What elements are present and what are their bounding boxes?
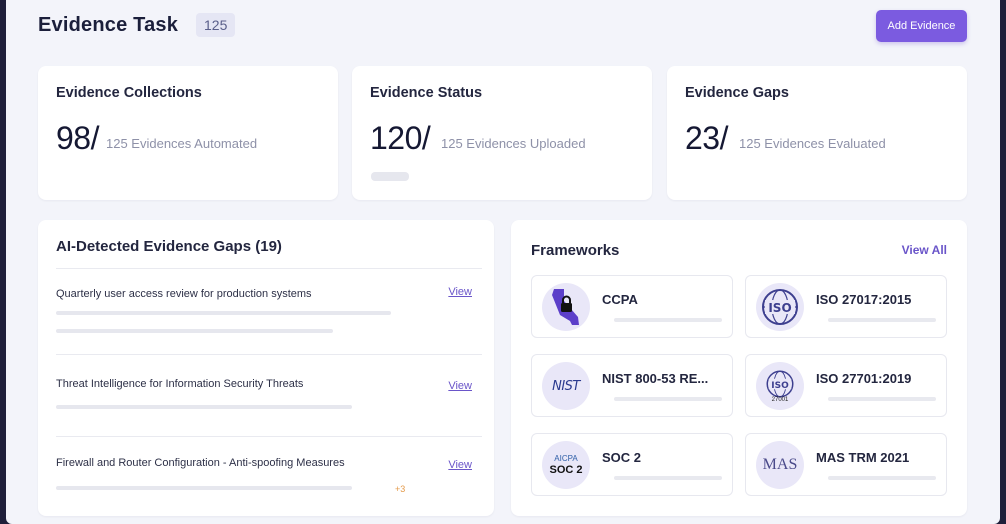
view-link[interactable]: View [448, 459, 472, 471]
mas-logo-icon: MAS [756, 441, 804, 489]
loading-placeholder [56, 405, 352, 409]
stat-subtitle: 125 Evidences Uploaded [441, 136, 586, 151]
gap-list-item: Threat Intelligence for Information Secu… [56, 354, 482, 436]
framework-tile-mas[interactable]: MAS MAS TRM 2021 [745, 433, 947, 496]
framework-tile-nist[interactable]: NIST NIST 800-53 RE... [531, 354, 733, 417]
loading-placeholder [56, 311, 391, 315]
logo-subtext: 27001 [771, 397, 789, 403]
ai-evidence-gaps-panel: AI-Detected Evidence Gaps (19) Quarterly… [38, 220, 494, 516]
add-evidence-button[interactable]: Add Evidence [876, 10, 967, 42]
stat-value: 120/ [370, 120, 431, 156]
panel-title: AI-Detected Evidence Gaps (19) [56, 238, 282, 255]
panel-title: Frameworks [531, 242, 620, 259]
view-link[interactable]: View [448, 380, 472, 392]
stat-title: Evidence Status [370, 85, 483, 101]
loading-placeholder [56, 329, 333, 333]
task-count-badge: 125 [196, 13, 236, 37]
app-frame: Evidence Task 125 Add Evidence Evidence … [6, 0, 1000, 524]
logo-top-text: AICPA [554, 453, 578, 463]
nist-logo-text: NIST [552, 378, 580, 394]
gap-text: Quarterly user access review for product… [56, 288, 312, 300]
framework-name: ISO 27017:2015 [816, 292, 912, 307]
mas-logo-text: MAS [762, 456, 798, 473]
iso-27701-logo-icon: ISO 27001 [756, 362, 804, 410]
gap-text: Threat Intelligence for Information Secu… [56, 378, 304, 390]
frameworks-panel: Frameworks View All CCPA ISO ISO 27017:2… [511, 220, 967, 516]
gap-list-item: Firewall and Router Configuration - Anti… [56, 436, 482, 506]
gap-text: Firewall and Router Configuration - Anti… [56, 457, 345, 469]
framework-name: SOC 2 [602, 450, 642, 465]
nist-logo-icon: NIST [542, 362, 590, 410]
loading-placeholder [56, 486, 352, 490]
more-count-badge[interactable]: +3 [395, 484, 405, 494]
framework-progress-placeholder [828, 476, 936, 480]
svg-text:ISO: ISO [768, 301, 791, 315]
evidence-collections-card: Evidence Collections 98/ 125 Evidences A… [38, 66, 338, 200]
logo-main-text: SOC 2 [549, 463, 583, 476]
framework-progress-placeholder [614, 397, 722, 401]
view-link[interactable]: View [448, 286, 472, 298]
loading-placeholder [371, 172, 409, 181]
stat-value: 23/ [685, 120, 728, 156]
stat-value: 98/ [56, 120, 99, 156]
framework-tile-soc2[interactable]: AICPA SOC 2 SOC 2 [531, 433, 733, 496]
stat-title: Evidence Collections [56, 85, 202, 101]
framework-progress-placeholder [614, 318, 722, 322]
framework-progress-placeholder [828, 397, 936, 401]
framework-name: MAS TRM 2021 [816, 450, 910, 465]
framework-tile-iso-27701[interactable]: ISO 27001 ISO 27701:2019 [745, 354, 947, 417]
framework-name: CCPA [602, 292, 638, 307]
stat-title: Evidence Gaps [685, 85, 789, 101]
framework-name: ISO 27701:2019 [816, 371, 912, 386]
framework-tile-iso-27017[interactable]: ISO ISO 27017:2015 [745, 275, 947, 338]
framework-progress-placeholder [828, 318, 936, 322]
page-title: Evidence Task [38, 14, 179, 36]
framework-tile-ccpa[interactable]: CCPA [531, 275, 733, 338]
aicpa-soc2-logo-icon: AICPA SOC 2 [542, 441, 590, 489]
framework-progress-placeholder [614, 476, 722, 480]
evidence-status-card: Evidence Status 120/ 125 Evidences Uploa… [352, 66, 652, 200]
svg-text:ISO: ISO [771, 381, 789, 391]
stat-subtitle: 125 Evidences Evaluated [739, 136, 886, 151]
evidence-gaps-card: Evidence Gaps 23/ 125 Evidences Evaluate… [667, 66, 967, 200]
iso-logo-icon: ISO [756, 283, 804, 331]
framework-name: NIST 800-53 RE... [602, 371, 709, 386]
stat-subtitle: 125 Evidences Automated [106, 136, 258, 151]
gap-list-item: Quarterly user access review for product… [56, 268, 482, 354]
view-all-link[interactable]: View All [902, 243, 947, 257]
california-lock-icon [542, 283, 590, 331]
